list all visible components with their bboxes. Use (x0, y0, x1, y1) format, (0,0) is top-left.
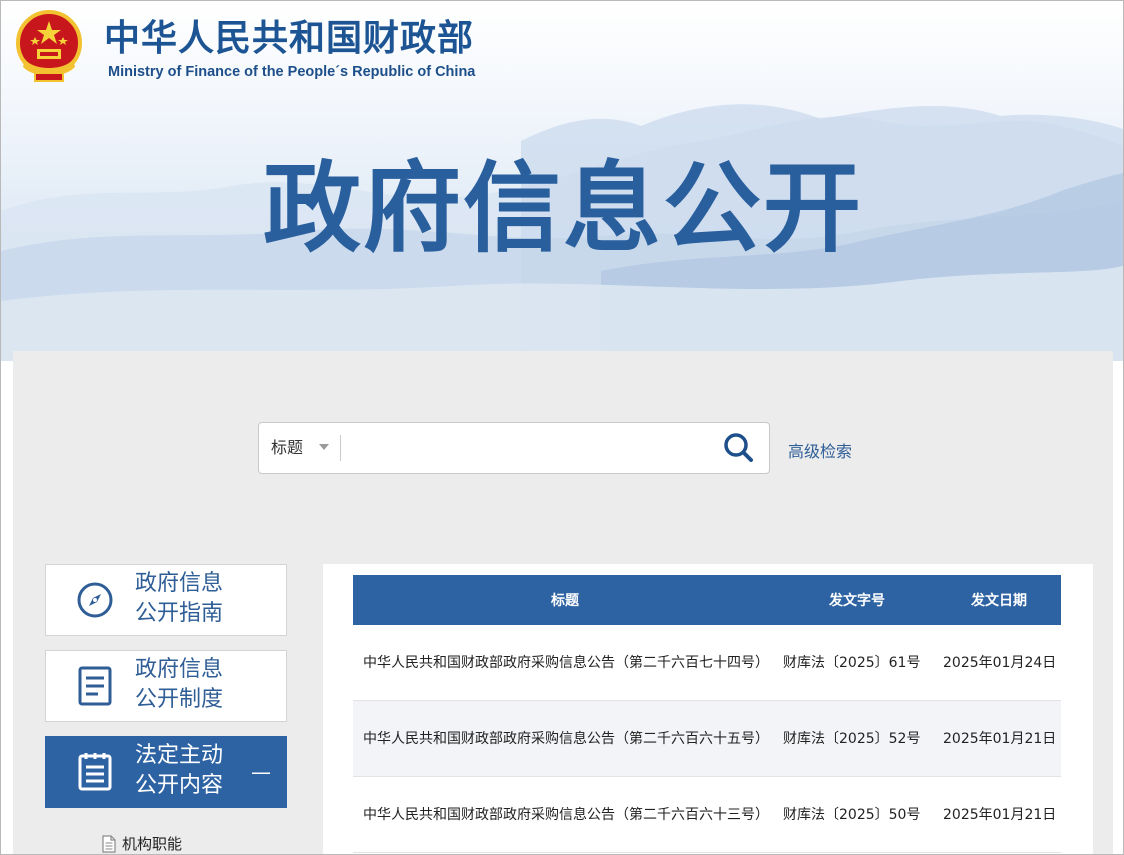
site-title[interactable]: 中华人民共和国财政部 (104, 17, 474, 61)
column-header-title: 标题 (353, 575, 777, 625)
search-bar: 标题 (258, 422, 770, 474)
site-title-english: Ministry of Finance of the People´s Repu… (108, 64, 476, 80)
sidebar-item-label: 政府信息 公开制度 (135, 657, 224, 712)
row-title-link[interactable]: 中华人民共和国财政部政府采购信息公告（第二千六百六十三号） (353, 776, 777, 853)
row-date: 2025年01月21日 (937, 700, 1061, 777)
sidebar-item-label: 法定主动 公开内容 (135, 743, 224, 798)
document-list: 标题 发文字号 发文日期 中华人民共和国财政部政府采购信息公告（第二千六百七十四… (323, 564, 1093, 854)
column-header-date: 发文日期 (937, 575, 1061, 625)
row-date: 2025年01月24日 (937, 625, 1061, 701)
list-icon (74, 751, 116, 793)
sidebar-item-system[interactable]: 政府信息 公开制度 (45, 650, 287, 722)
row-doc-number: 财库法〔2025〕61号 (777, 625, 937, 701)
search-icon[interactable] (719, 429, 759, 467)
document-table: 标题 发文字号 发文日期 中华人民共和国财政部政府采购信息公告（第二千六百七十四… (353, 575, 1061, 853)
table-row[interactable]: 中华人民共和国财政部政府采购信息公告（第二千六百六十三号） 财库法〔2025〕5… (353, 776, 1061, 853)
search-input[interactable] (349, 431, 703, 467)
sidebar-item-label: 政府信息 公开指南 (135, 571, 224, 626)
row-title-link[interactable]: 中华人民共和国财政部政府采购信息公告（第二千六百六十五号） (353, 700, 777, 777)
content-panel: 标题 高级检索 政府信息 公开指南 政府信息 公开制度 法定主动 公开内容 — … (13, 351, 1113, 854)
header-banner: 中华人民共和国财政部 Ministry of Finance of the Pe… (1, 1, 1123, 361)
file-icon (102, 835, 116, 853)
sidebar-item-statutory-content[interactable]: 法定主动 公开内容 — (45, 736, 287, 808)
page-frame: 中华人民共和国财政部 Ministry of Finance of the Pe… (0, 0, 1124, 855)
collapse-toggle[interactable]: — (251, 760, 271, 784)
sidebar-subitem-label: 机构职能 (122, 835, 183, 853)
sidebar-item-guide[interactable]: 政府信息 公开指南 (45, 564, 287, 636)
table-header-row: 标题 发文字号 发文日期 (353, 575, 1061, 625)
sidebar-subitem-org-functions[interactable]: 机构职能 (101, 833, 183, 854)
national-emblem-icon (13, 9, 85, 85)
compass-icon (74, 579, 116, 621)
row-doc-number: 财库法〔2025〕52号 (777, 700, 937, 777)
advanced-search-link[interactable]: 高级检索 (788, 438, 852, 462)
row-title-link[interactable]: 中华人民共和国财政部政府采购信息公告（第二千六百七十四号） (353, 625, 777, 701)
caret-down-icon[interactable] (319, 444, 329, 450)
row-doc-number: 财库法〔2025〕50号 (777, 776, 937, 853)
row-date: 2025年01月21日 (937, 776, 1061, 853)
banner-title: 政府信息公开 (263, 152, 864, 266)
column-header-doc-number: 发文字号 (777, 575, 937, 625)
table-row[interactable]: 中华人民共和国财政部政府采购信息公告（第二千六百七十四号） 财库法〔2025〕6… (353, 625, 1061, 701)
search-type-select[interactable]: 标题 (271, 423, 303, 473)
table-row[interactable]: 中华人民共和国财政部政府采购信息公告（第二千六百六十五号） 财库法〔2025〕5… (353, 700, 1061, 777)
document-icon (74, 665, 116, 707)
divider (340, 435, 341, 461)
